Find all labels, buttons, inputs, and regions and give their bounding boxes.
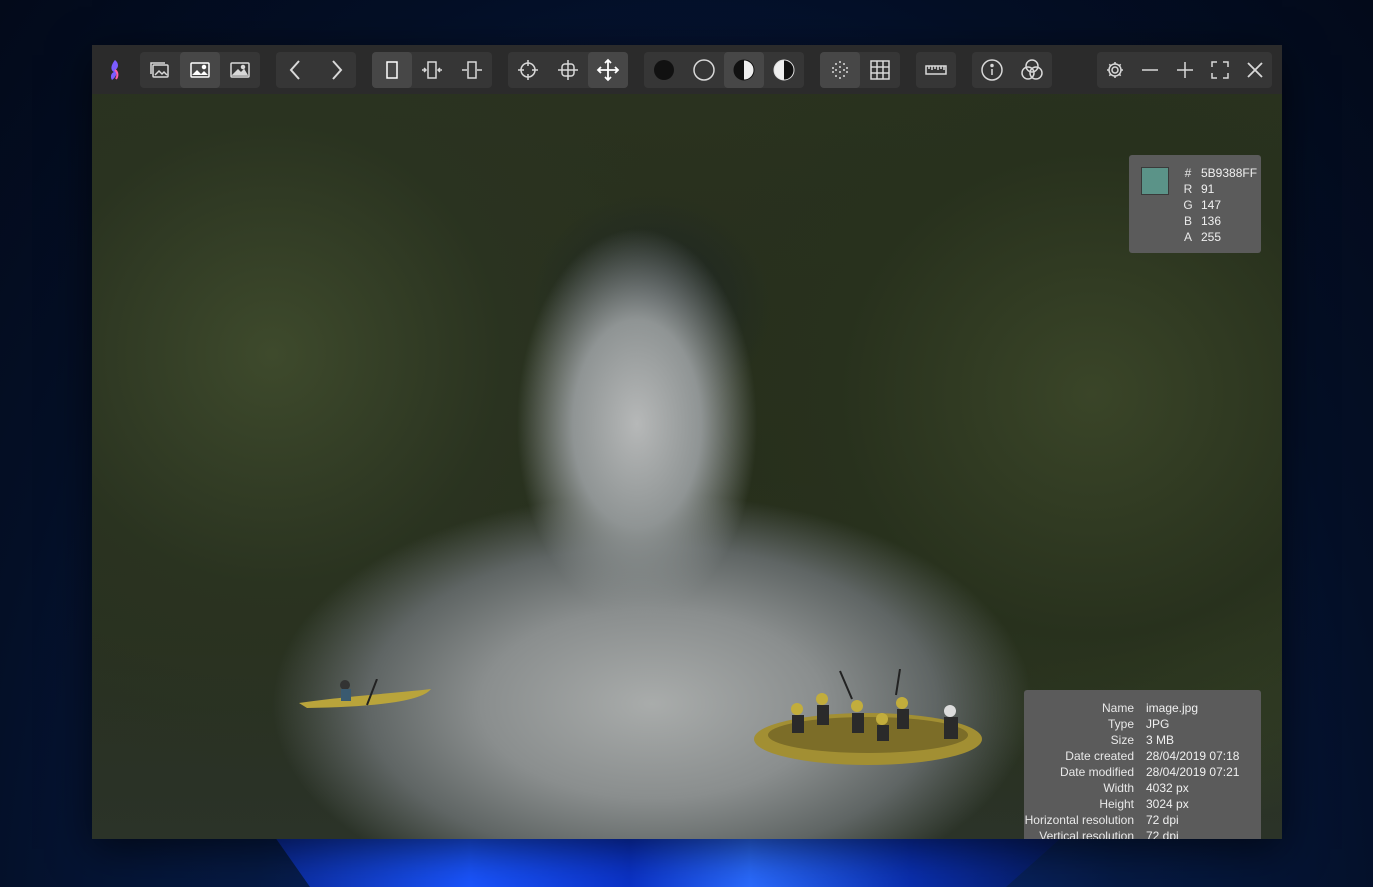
kayak-figure [299, 679, 431, 708]
info-value: 28/04/2019 07:21 [1146, 765, 1240, 779]
fit-horizontal-icon[interactable] [412, 52, 452, 88]
info-row: Date created 28/04/2019 07:18 [1024, 748, 1261, 764]
file-info-rows: Name image.jpg Type JPG Size 3 MB Date created… [1024, 700, 1261, 839]
fullscreen-icon[interactable] [1202, 52, 1237, 88]
pixel-row: A 255 [1177, 229, 1257, 245]
info-key: Height [1099, 797, 1134, 811]
pixel-row: B 136 [1177, 213, 1257, 229]
toolbar [92, 45, 1282, 94]
info-key: Vertical resolution [1039, 829, 1134, 839]
pixel-row: #5B9388FF [1177, 165, 1257, 181]
layout-group [372, 51, 492, 88]
info-value: 72 dpi [1146, 829, 1179, 839]
grid-icon[interactable] [860, 52, 900, 88]
half-circle-right-icon[interactable] [764, 52, 804, 88]
image-icon[interactable] [180, 51, 220, 88]
maximize-icon[interactable] [1167, 52, 1202, 88]
info-key: Name [1101, 701, 1134, 715]
image-filled-icon[interactable] [220, 52, 260, 88]
info-row: Name image.jpg [1024, 700, 1261, 716]
info-value: 4032 px [1146, 781, 1189, 795]
pixel-value: 91 [1201, 182, 1215, 196]
pixel-key: # [1184, 166, 1192, 180]
single-page-icon[interactable] [372, 51, 412, 88]
info-key: Width [1103, 781, 1134, 795]
pixel-row: R 91 [1177, 181, 1257, 197]
info-icon[interactable] [972, 52, 1012, 88]
pixel-value: 5B9388FF [1201, 166, 1258, 180]
overlay-group [820, 51, 900, 88]
info-value: image.jpg [1146, 701, 1199, 715]
pixel-key: B [1183, 214, 1192, 228]
pixel-color-panel: #5B9388FF R 91 G 147 B 136 A 255 [1129, 155, 1261, 253]
info-value: 3024 px [1146, 797, 1189, 811]
info-row: Size 3 MB [1024, 732, 1261, 748]
filled-circle-icon[interactable] [644, 52, 684, 88]
info-value: 28/04/2019 07:18 [1146, 749, 1240, 763]
navigation-group [276, 51, 356, 88]
color-swatch [1141, 167, 1169, 195]
info-row: Type JPG [1024, 716, 1261, 732]
info-row: Horizontal resolution 72 dpi [1024, 812, 1261, 828]
pixel-values: #5B9388FF R 91 G 147 B 136 A 255 [1177, 165, 1257, 245]
pixel-grid-icon[interactable] [820, 51, 860, 88]
file-info-panel: Name image.jpg Type JPG Size 3 MB Date created… [1024, 690, 1261, 839]
chevron-right-icon[interactable] [316, 52, 356, 88]
info-key: Type [1107, 717, 1134, 731]
image-viewer-window: #5B9388FF R 91 G 147 B 136 A 255 Name image.jpg Ty… [92, 45, 1282, 839]
info-value: 72 dpi [1146, 813, 1179, 827]
close-icon[interactable] [1237, 52, 1272, 88]
empty-circle-icon[interactable] [684, 52, 724, 88]
color-channels-icon[interactable] [1012, 52, 1052, 88]
channel-group [644, 51, 804, 88]
raft-figure [754, 669, 982, 765]
window-controls [1097, 51, 1272, 88]
info-key: Size [1110, 733, 1134, 747]
pixel-value: 136 [1201, 214, 1222, 228]
tools-group [508, 51, 628, 88]
move-icon[interactable] [588, 51, 628, 88]
info-value: JPG [1146, 717, 1170, 731]
image-canvas[interactable]: #5B9388FF R 91 G 147 B 136 A 255 Name image.jpg Ty… [92, 94, 1282, 839]
app-logo-icon [100, 52, 128, 88]
info-key: Horizontal resolution [1024, 813, 1134, 827]
info-row: Height 3024 px [1024, 796, 1261, 812]
pixel-value: 147 [1201, 198, 1222, 212]
info-row: Date modified 28/04/2019 07:21 [1024, 764, 1261, 780]
pixel-key: G [1183, 198, 1193, 212]
ruler-group [916, 51, 956, 88]
info-row: Width 4032 px [1024, 780, 1261, 796]
settings-icon[interactable] [1097, 52, 1132, 88]
pixel-row: G 147 [1177, 197, 1257, 213]
half-circle-left-icon[interactable] [724, 51, 764, 88]
pixel-key: R [1183, 182, 1193, 196]
info-value: 3 MB [1146, 733, 1175, 747]
crop-icon[interactable] [548, 52, 588, 88]
info-key: Date modified [1059, 765, 1134, 779]
crosshair-icon[interactable] [508, 52, 548, 88]
info-key: Date created [1065, 749, 1134, 763]
gallery-icon[interactable] [140, 52, 180, 88]
minimize-icon[interactable] [1132, 52, 1167, 88]
view-mode-group [140, 51, 260, 88]
extras-group [972, 51, 1052, 88]
chevron-left-icon[interactable] [276, 52, 316, 88]
pixel-key: A [1183, 230, 1192, 244]
ruler-icon[interactable] [916, 52, 956, 88]
fit-vertical-icon[interactable] [452, 52, 492, 88]
pixel-value: 255 [1201, 230, 1222, 244]
info-row: Vertical resolution 72 dpi [1024, 828, 1261, 839]
